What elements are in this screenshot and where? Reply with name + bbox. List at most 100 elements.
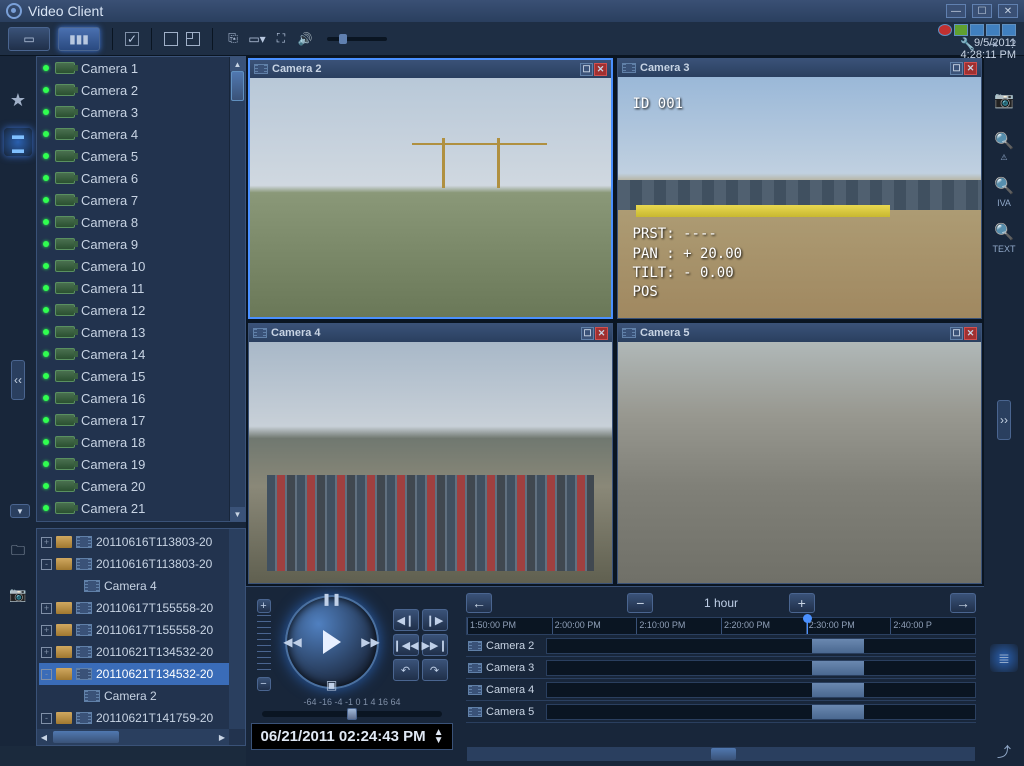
snapshot-tool[interactable]: 📷 — [990, 86, 1018, 114]
camera-list-scrollbar[interactable]: ▲ ▼ — [229, 57, 245, 521]
timeline-prev-button[interactable]: ← — [466, 593, 492, 613]
camera-list-item[interactable]: Camera 19 — [37, 453, 245, 475]
step-fwd-button[interactable]: ❙▶ — [422, 609, 448, 631]
zoom-in-button[interactable]: + — [789, 593, 815, 613]
redo-button[interactable]: ↷ — [422, 659, 448, 681]
step-back-button[interactable]: ◀❙ — [393, 609, 419, 631]
maximize-pane-button[interactable]: ☐ — [950, 62, 963, 75]
expand-toggle[interactable]: - — [41, 669, 52, 680]
recording-clip[interactable]: Camera 2 — [39, 685, 243, 707]
timeline-clip[interactable] — [812, 705, 863, 719]
maximize-pane-button[interactable]: ☐ — [950, 327, 963, 340]
skip-end-button[interactable]: ▶▶❙ — [422, 634, 448, 656]
undo-button[interactable]: ↶ — [393, 659, 419, 681]
recording-folder[interactable]: -20110621T141759-20 — [39, 707, 243, 729]
playhead[interactable] — [807, 618, 808, 634]
search-alert-tool[interactable]: 🔍⚠ — [990, 132, 1018, 160]
logout-button[interactable]: ⇥ — [987, 37, 997, 51]
checkbox-icon[interactable]: ✓ — [125, 32, 139, 46]
iva-tool[interactable]: 🔍IVA — [990, 178, 1018, 206]
playback-mode-button[interactable]: ▮▮▮ — [58, 27, 100, 51]
fullscreen-button[interactable]: ⛶ — [273, 31, 289, 47]
recording-folder[interactable]: +20110616T113803-20 — [39, 531, 243, 553]
forward-button[interactable]: ▶▶ — [361, 632, 381, 652]
recording-clip[interactable]: Camera 4 — [39, 575, 243, 597]
layout-4-button[interactable] — [186, 32, 200, 46]
expand-toggle[interactable]: - — [41, 559, 52, 570]
timeline-ruler[interactable]: 1:50:00 PM2:00:00 PM2:10:00 PM2:20:00 PM… — [466, 617, 976, 635]
camera-list-item[interactable]: Camera 3 — [37, 101, 245, 123]
rewind-button[interactable]: ◀◀ — [283, 632, 303, 652]
video-pane[interactable]: Camera 4☐✕ — [248, 323, 613, 584]
panel-toggle-button[interactable]: ▼ — [10, 504, 30, 518]
help-button[interactable]: ? — [1009, 37, 1016, 51]
expand-toggle[interactable]: + — [41, 537, 52, 548]
timeline-track[interactable] — [546, 660, 976, 676]
camera-list-item[interactable]: Camera 16 — [37, 387, 245, 409]
camera-list-item[interactable]: Camera 17 — [37, 409, 245, 431]
timestamp-stepper[interactable]: ▲▼ — [434, 729, 444, 745]
close-pane-button[interactable]: ✕ — [594, 63, 607, 76]
layout-1-button[interactable] — [164, 32, 178, 46]
zoom-out-button[interactable]: − — [627, 593, 653, 613]
camera-list-item[interactable]: Camera 6 — [37, 167, 245, 189]
camera-list-item[interactable]: Camera 8 — [37, 211, 245, 233]
camera-list-item[interactable]: Camera 9 — [37, 233, 245, 255]
skip-start-button[interactable]: ❙◀◀ — [393, 634, 419, 656]
camera-list-item[interactable]: Camera 7 — [37, 189, 245, 211]
close-pane-button[interactable]: ✕ — [964, 327, 977, 340]
video-pane[interactable]: Camera 2☐✕ — [248, 58, 613, 319]
tree-hscrollbar[interactable]: ◀ ▶ — [37, 729, 229, 745]
camera-list-item[interactable]: Camera 12 — [37, 299, 245, 321]
recording-folder[interactable]: +20110617T155558-20 — [39, 619, 243, 641]
favorites-tab[interactable]: ★ — [4, 86, 32, 114]
video-pane[interactable]: Camera 5☐✕ — [617, 323, 982, 584]
timeline-clip[interactable] — [812, 683, 863, 697]
scroll-up-button[interactable]: ▲ — [230, 57, 245, 71]
timeline-track[interactable] — [546, 682, 976, 698]
camera-list-item[interactable]: Camera 4 — [37, 123, 245, 145]
settings-button[interactable]: 🔧 — [960, 37, 975, 51]
video-body[interactable] — [249, 342, 612, 583]
export-tool-button[interactable]: ⤴ — [990, 738, 1018, 766]
camera-list-item[interactable]: Camera 10 — [37, 255, 245, 277]
timeline-next-button[interactable]: → — [950, 593, 976, 613]
speed-up-button[interactable]: + — [257, 599, 271, 613]
recording-folder[interactable]: +20110621T134532-20 — [39, 641, 243, 663]
expand-toggle[interactable]: + — [41, 625, 52, 636]
timeline-toggle-button[interactable]: ≣ — [990, 644, 1018, 672]
timeline-scrollbar[interactable] — [466, 746, 976, 762]
scroll-down-button[interactable]: ▼ — [230, 507, 245, 521]
recording-folder[interactable]: +20110617T155558-20 — [39, 597, 243, 619]
timeline-track[interactable] — [546, 638, 976, 654]
camera-list-item[interactable]: Camera 18 — [37, 431, 245, 453]
video-pane[interactable]: Camera 3☐✕ID 001PRST: ----PAN : + 20.00T… — [617, 58, 982, 319]
recording-folder[interactable]: -20110621T134532-20 — [39, 663, 243, 685]
minimize-button[interactable]: — — [946, 4, 966, 18]
play-button[interactable] — [323, 630, 341, 654]
camera-list-item[interactable]: Camera 5 — [37, 145, 245, 167]
collapse-left-button[interactable]: ‹‹ — [11, 360, 25, 400]
close-pane-button[interactable]: ✕ — [595, 327, 608, 340]
speed-down-button[interactable]: − — [257, 677, 271, 691]
expand-toggle[interactable]: - — [41, 713, 52, 724]
timeline-scroll-thumb[interactable] — [711, 748, 736, 760]
timeline-clip[interactable] — [812, 639, 863, 653]
video-body[interactable] — [618, 342, 981, 583]
camera-list-item[interactable]: Camera 15 — [37, 365, 245, 387]
maximize-button[interactable]: ☐ — [972, 4, 992, 18]
video-body[interactable] — [250, 78, 611, 317]
expand-toggle[interactable]: + — [41, 647, 52, 658]
speed-slider[interactable] — [262, 711, 442, 717]
live-mode-button[interactable]: ▭ — [8, 27, 50, 51]
camera-list-item[interactable]: Camera 20 — [37, 475, 245, 497]
audio-button[interactable]: 🔊 — [297, 31, 313, 47]
expand-toggle[interactable]: + — [41, 603, 52, 614]
recording-folder[interactable]: -20110616T113803-20 — [39, 553, 243, 575]
camera-list-item[interactable]: Camera 1 — [37, 57, 245, 79]
camera-list-item[interactable]: Camera 2 — [37, 79, 245, 101]
snapshots-tab[interactable]: 📷 — [4, 580, 32, 608]
export-button[interactable]: ▣ — [322, 675, 342, 695]
close-button[interactable]: ✕ — [998, 4, 1018, 18]
camera-list-item[interactable]: Camera 14 — [37, 343, 245, 365]
